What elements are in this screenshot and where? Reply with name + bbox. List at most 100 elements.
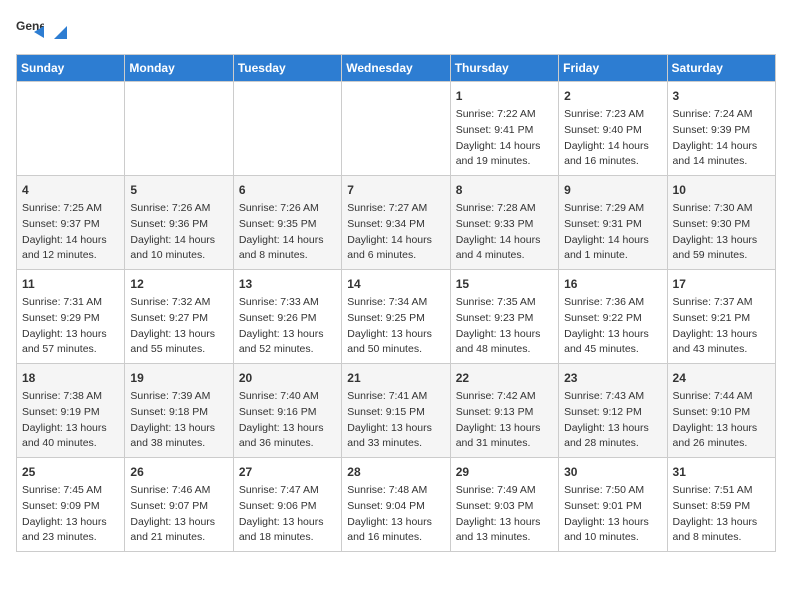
day-info: Sunrise: 7:32 AM: [130, 295, 227, 311]
day-number: 8: [456, 181, 553, 199]
calendar-cell: 9Sunrise: 7:29 AMSunset: 9:31 PMDaylight…: [559, 176, 667, 270]
day-info: Daylight: 13 hours: [673, 421, 770, 437]
day-info: Sunset: 9:21 PM: [673, 311, 770, 327]
calendar-cell: 30Sunrise: 7:50 AMSunset: 9:01 PMDayligh…: [559, 458, 667, 552]
day-number: 23: [564, 369, 661, 387]
day-info: Sunset: 9:36 PM: [130, 217, 227, 233]
day-info: Daylight: 13 hours: [673, 515, 770, 531]
day-info: Sunset: 9:41 PM: [456, 123, 553, 139]
day-info: Sunrise: 7:45 AM: [22, 483, 119, 499]
day-info: Daylight: 13 hours: [347, 327, 444, 343]
calendar-body: 1Sunrise: 7:22 AMSunset: 9:41 PMDaylight…: [17, 82, 776, 552]
calendar-cell: 16Sunrise: 7:36 AMSunset: 9:22 PMDayligh…: [559, 270, 667, 364]
calendar-cell: 23Sunrise: 7:43 AMSunset: 9:12 PMDayligh…: [559, 364, 667, 458]
day-info: Sunrise: 7:34 AM: [347, 295, 444, 311]
header-cell-tuesday: Tuesday: [233, 55, 341, 82]
day-info: Daylight: 13 hours: [347, 515, 444, 531]
calendar-cell: 7Sunrise: 7:27 AMSunset: 9:34 PMDaylight…: [342, 176, 450, 270]
day-info: and 16 minutes.: [347, 530, 444, 546]
day-number: 9: [564, 181, 661, 199]
day-info: Sunset: 9:25 PM: [347, 311, 444, 327]
day-info: Daylight: 14 hours: [564, 233, 661, 249]
day-info: Sunset: 9:12 PM: [564, 405, 661, 421]
calendar-cell: 20Sunrise: 7:40 AMSunset: 9:16 PMDayligh…: [233, 364, 341, 458]
day-info: Daylight: 13 hours: [456, 515, 553, 531]
day-info: Sunset: 9:27 PM: [130, 311, 227, 327]
day-info: Sunrise: 7:27 AM: [347, 201, 444, 217]
day-info: Sunset: 9:19 PM: [22, 405, 119, 421]
day-info: and 21 minutes.: [130, 530, 227, 546]
day-info: Daylight: 13 hours: [22, 421, 119, 437]
calendar-cell: [233, 82, 341, 176]
day-info: and 33 minutes.: [347, 436, 444, 452]
day-info: Sunset: 9:18 PM: [130, 405, 227, 421]
day-info: Daylight: 13 hours: [673, 233, 770, 249]
header: General: [16, 16, 776, 44]
day-number: 2: [564, 87, 661, 105]
day-number: 7: [347, 181, 444, 199]
calendar-cell: 6Sunrise: 7:26 AMSunset: 9:35 PMDaylight…: [233, 176, 341, 270]
day-info: Daylight: 14 hours: [130, 233, 227, 249]
day-number: 17: [673, 275, 770, 293]
calendar-cell: 2Sunrise: 7:23 AMSunset: 9:40 PMDaylight…: [559, 82, 667, 176]
day-number: 24: [673, 369, 770, 387]
day-info: Daylight: 13 hours: [22, 327, 119, 343]
day-info: Daylight: 13 hours: [456, 421, 553, 437]
header-cell-friday: Friday: [559, 55, 667, 82]
day-info: and 8 minutes.: [673, 530, 770, 546]
calendar-cell: 14 Sunrise: 7:34 AMSunset: 9:25 PMDayligh…: [342, 270, 450, 364]
calendar-cell: 1Sunrise: 7:22 AMSunset: 9:41 PMDaylight…: [450, 82, 558, 176]
day-info: Sunrise: 7:49 AM: [456, 483, 553, 499]
day-number: 5: [130, 181, 227, 199]
day-info: Sunset: 9:09 PM: [22, 499, 119, 515]
day-info: and 40 minutes.: [22, 436, 119, 452]
day-info: Sunrise: 7:47 AM: [239, 483, 336, 499]
day-info: Sunset: 9:16 PM: [239, 405, 336, 421]
day-info: Daylight: 13 hours: [347, 421, 444, 437]
day-number: 31: [673, 463, 770, 481]
header-cell-wednesday: Wednesday: [342, 55, 450, 82]
calendar-week-row: 11Sunrise: 7:31 AMSunset: 9:29 PMDayligh…: [17, 270, 776, 364]
day-info: Daylight: 13 hours: [239, 421, 336, 437]
day-info: Sunset: 9:37 PM: [22, 217, 119, 233]
day-number: 21: [347, 369, 444, 387]
day-info: and 4 minutes.: [456, 248, 553, 264]
day-info: Daylight: 13 hours: [564, 327, 661, 343]
day-info: Sunrise: 7:51 AM: [673, 483, 770, 499]
calendar-cell: 5Sunrise: 7:26 AMSunset: 9:36 PMDaylight…: [125, 176, 233, 270]
calendar-cell: 26Sunrise: 7:46 AMSunset: 9:07 PMDayligh…: [125, 458, 233, 552]
day-info: Sunset: 8:59 PM: [673, 499, 770, 515]
day-info: and 55 minutes.: [130, 342, 227, 358]
day-info: Sunrise: 7:37 AM: [673, 295, 770, 311]
calendar-cell: [342, 82, 450, 176]
day-info: and 10 minutes.: [130, 248, 227, 264]
day-info: Sunrise: 7:44 AM: [673, 389, 770, 405]
day-info: Sunset: 9:31 PM: [564, 217, 661, 233]
day-info: Daylight: 13 hours: [239, 515, 336, 531]
calendar-cell: 15Sunrise: 7:35 AMSunset: 9:23 PMDayligh…: [450, 270, 558, 364]
day-number: 25: [22, 463, 119, 481]
day-info: Daylight: 14 hours: [347, 233, 444, 249]
calendar-cell: 17 Sunrise: 7:37 AMSunset: 9:21 PMDayligh…: [667, 270, 775, 364]
day-info: Daylight: 14 hours: [456, 233, 553, 249]
day-info: and 19 minutes.: [456, 154, 553, 170]
day-number: 3: [673, 87, 770, 105]
day-info: Daylight: 13 hours: [130, 327, 227, 343]
day-info: Sunset: 9:07 PM: [130, 499, 227, 515]
day-info: Sunrise: 7:40 AM: [239, 389, 336, 405]
calendar-cell: 27Sunrise: 7:47 AMSunset: 9:06 PMDayligh…: [233, 458, 341, 552]
day-info: and 6 minutes.: [347, 248, 444, 264]
day-number: 19: [130, 369, 227, 387]
logo-icon: General: [16, 16, 44, 44]
calendar-week-row: 1Sunrise: 7:22 AMSunset: 9:41 PMDaylight…: [17, 82, 776, 176]
day-number: 27: [239, 463, 336, 481]
calendar-cell: 8Sunrise: 7:28 AMSunset: 9:33 PMDaylight…: [450, 176, 558, 270]
day-info: Daylight: 13 hours: [673, 327, 770, 343]
day-info: and 31 minutes.: [456, 436, 553, 452]
day-info: Sunrise: 7:39 AM: [130, 389, 227, 405]
day-info: Sunrise: 7:33 AM: [239, 295, 336, 311]
day-info: Daylight: 13 hours: [239, 327, 336, 343]
day-number: 14: [347, 275, 444, 293]
calendar-week-row: 18Sunrise: 7:38 AMSunset: 9:19 PMDayligh…: [17, 364, 776, 458]
day-info: Sunrise: 7:41 AM: [347, 389, 444, 405]
